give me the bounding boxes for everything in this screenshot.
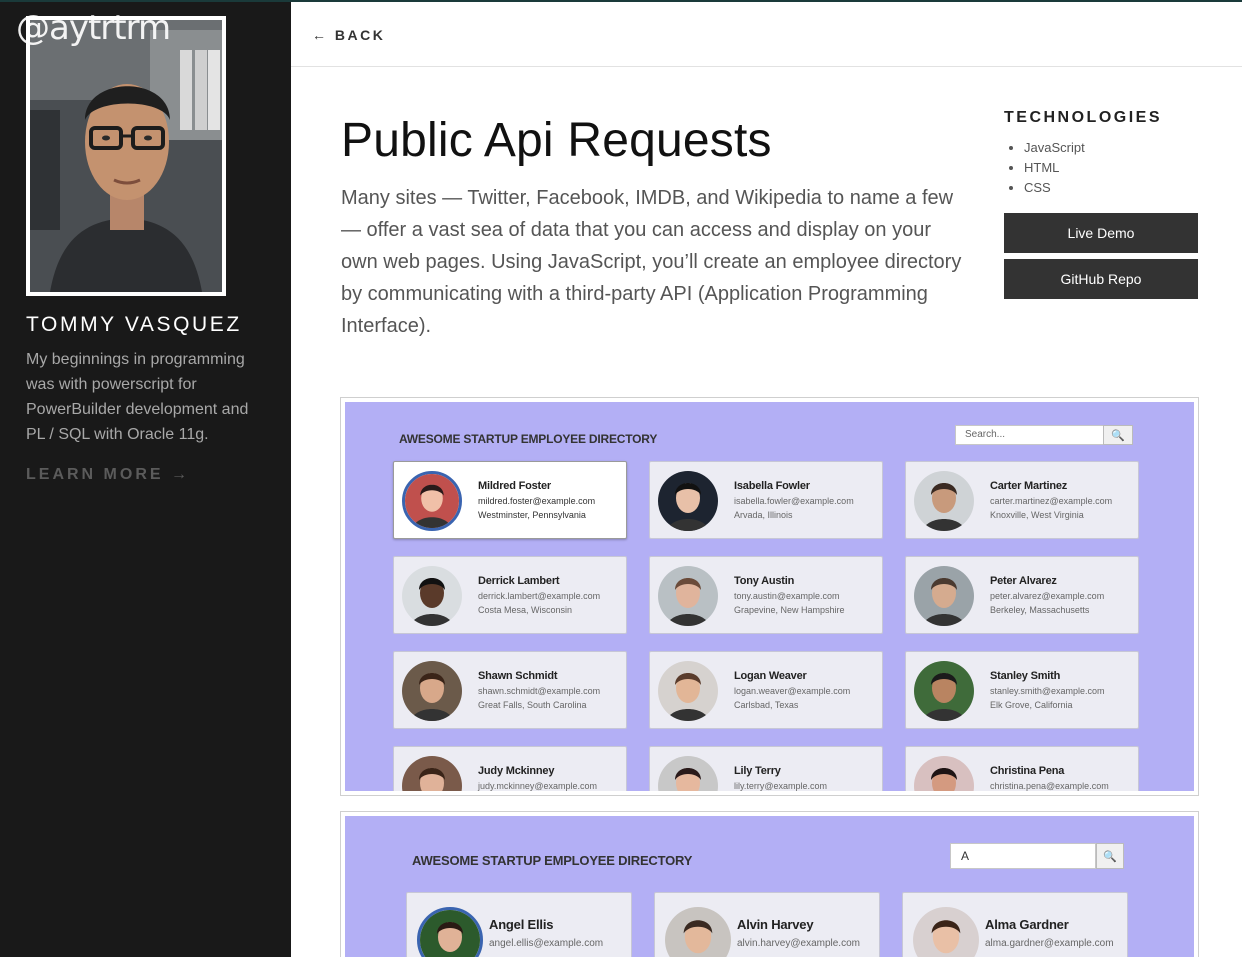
employee-name: Peter Alvarez bbox=[990, 575, 1057, 587]
employee-name: Logan Weaver bbox=[734, 670, 807, 682]
profile-bio: My beginnings in programming was with po… bbox=[26, 351, 249, 443]
employee-avatar bbox=[402, 756, 462, 791]
employee-avatar bbox=[402, 471, 462, 531]
employee-card: Stanley Smith stanley.smith@example.com El… bbox=[905, 651, 1139, 729]
github-repo-button[interactable]: GitHub Repo bbox=[1004, 259, 1198, 299]
employee-email: tony.austin@example.com bbox=[734, 591, 840, 601]
employee-card: Lily Terry lily.terry@example.com bbox=[649, 746, 883, 791]
technologies-list: JavaScript HTML CSS bbox=[1024, 138, 1085, 198]
magnifier-icon: 🔍 bbox=[1096, 843, 1124, 869]
screenshot-canvas: AWESOME STARTUP EMPLOYEE DIRECTORY Searc… bbox=[345, 402, 1194, 791]
project-screenshot-1: AWESOME STARTUP EMPLOYEE DIRECTORY Searc… bbox=[340, 397, 1199, 796]
employee-name: Tony Austin bbox=[734, 575, 795, 587]
employee-name: Mildred Foster bbox=[478, 480, 551, 492]
employee-email: logan.weaver@example.com bbox=[734, 686, 851, 696]
employee-location: Elk Grove, California bbox=[990, 700, 1073, 710]
directory-title: AWESOME STARTUP EMPLOYEE DIRECTORY bbox=[412, 853, 693, 868]
employee-name: Carter Martinez bbox=[990, 480, 1068, 492]
profile-name: TOMMY VASQUEZ bbox=[26, 313, 242, 336]
employee-name: Derrick Lambert bbox=[478, 575, 560, 587]
employee-location: Carlsbad, Texas bbox=[734, 700, 799, 710]
employee-avatar bbox=[913, 907, 979, 957]
employee-avatar bbox=[658, 756, 718, 791]
employee-avatar bbox=[914, 566, 974, 626]
technology-item: JavaScript bbox=[1024, 138, 1085, 158]
employee-name: Shawn Schmidt bbox=[478, 670, 558, 682]
employee-name: Christina Pena bbox=[990, 765, 1065, 777]
employee-avatar bbox=[658, 661, 718, 721]
employee-location: Arvada, Illinois bbox=[734, 510, 793, 520]
employee-name: Alma Gardner bbox=[985, 917, 1069, 932]
employee-card: Judy Mckinney judy.mckinney@example.com bbox=[393, 746, 627, 791]
employee-avatar bbox=[665, 907, 731, 957]
employee-location: Grapevine, New Hampshire bbox=[734, 605, 845, 615]
employee-card: Logan Weaver logan.weaver@example.com Carl… bbox=[649, 651, 883, 729]
employee-location: Great Falls, South Carolina bbox=[478, 700, 587, 710]
employee-card: Angel Ellis angel.ellis@example.com bbox=[406, 892, 632, 957]
employee-card: Derrick Lambert derrick.lambert@example.c… bbox=[393, 556, 627, 634]
employee-card: Tony Austin tony.austin@example.com Grapev… bbox=[649, 556, 883, 634]
employee-avatar bbox=[914, 471, 974, 531]
back-link[interactable]: ← BACK bbox=[312, 27, 385, 43]
page-title: Public Api Requests bbox=[341, 114, 772, 167]
search-input: A bbox=[950, 843, 1096, 869]
project-screenshot-2: AWESOME STARTUP EMPLOYEE DIRECTORY A 🔍 A… bbox=[340, 811, 1199, 957]
sidebar: @aytrtrm TOMMY VASQUEZ My beginnings in … bbox=[0, 0, 291, 957]
employee-card: Mildred Foster mildred.foster@example.com… bbox=[393, 461, 627, 539]
employee-name: Alvin Harvey bbox=[737, 917, 814, 932]
employee-name: Lily Terry bbox=[734, 765, 781, 777]
employee-email: angel.ellis@example.com bbox=[489, 938, 604, 949]
employee-email: shawn.schmidt@example.com bbox=[478, 686, 601, 696]
profile-photo-image bbox=[30, 20, 222, 292]
employee-location: Berkeley, Massachusetts bbox=[990, 605, 1090, 615]
employee-card: Carter Martinez carter.martinez@example.c… bbox=[905, 461, 1139, 539]
employee-location: Westminster, Pennsylvania bbox=[478, 510, 586, 520]
employee-avatar bbox=[417, 907, 483, 957]
employee-avatar bbox=[658, 471, 718, 531]
employee-avatar bbox=[402, 661, 462, 721]
employee-location: Costa Mesa, Wisconsin bbox=[478, 605, 573, 615]
employee-email: mildred.foster@example.com bbox=[478, 496, 596, 506]
technology-item: CSS bbox=[1024, 178, 1085, 198]
employee-email: judy.mckinney@example.com bbox=[478, 781, 598, 791]
employee-email: christina.pena@example.com bbox=[990, 781, 1109, 791]
technologies-heading: TECHNOLOGIES bbox=[1004, 109, 1163, 126]
project-description: Many sites — Twitter, Facebook, IMDB, an… bbox=[341, 187, 962, 337]
employee-card: Alma Gardner alma.gardner@example.com bbox=[902, 892, 1128, 957]
employee-name: Angel Ellis bbox=[489, 917, 554, 932]
employee-name: Stanley Smith bbox=[990, 670, 1061, 682]
employee-name: Isabella Fowler bbox=[734, 480, 810, 492]
top-accent-line bbox=[0, 0, 291, 2]
employee-card: Alvin Harvey alvin.harvey@example.com bbox=[654, 892, 880, 957]
directory-title: AWESOME STARTUP EMPLOYEE DIRECTORY bbox=[399, 432, 658, 446]
employee-name: Judy Mckinney bbox=[478, 765, 555, 777]
technology-item: HTML bbox=[1024, 158, 1085, 178]
employee-email: isabella.fowler@example.com bbox=[734, 496, 854, 506]
learn-more-link[interactable]: LEARN MORE → bbox=[26, 466, 190, 484]
magnifier-icon: 🔍 bbox=[1103, 425, 1133, 445]
employee-location: Knoxville, West Virginia bbox=[990, 510, 1084, 520]
search-input: Search... bbox=[955, 425, 1105, 445]
employee-email: peter.alvarez@example.com bbox=[990, 591, 1105, 601]
employee-avatar bbox=[914, 661, 974, 721]
employee-email: stanley.smith@example.com bbox=[990, 686, 1105, 696]
employee-email: lily.terry@example.com bbox=[734, 781, 827, 791]
employee-email: carter.martinez@example.com bbox=[990, 496, 1113, 506]
employee-card: Shawn Schmidt shawn.schmidt@example.com Gr… bbox=[393, 651, 627, 729]
employee-card: Isabella Fowler isabella.fowler@example.c… bbox=[649, 461, 883, 539]
site-handle-logo: @aytrtrm bbox=[16, 8, 171, 48]
employee-email: alma.gardner@example.com bbox=[985, 938, 1114, 949]
employee-card: Christina Pena christina.pena@example.com bbox=[905, 746, 1139, 791]
header-bar: ← BACK bbox=[291, 2, 1242, 67]
employee-card: Peter Alvarez peter.alvarez@example.com Be… bbox=[905, 556, 1139, 634]
employee-avatar bbox=[914, 756, 974, 791]
employee-email: alvin.harvey@example.com bbox=[737, 938, 860, 949]
employee-email: derrick.lambert@example.com bbox=[478, 591, 601, 601]
screenshot-canvas: AWESOME STARTUP EMPLOYEE DIRECTORY A 🔍 A… bbox=[345, 816, 1194, 957]
live-demo-button[interactable]: Live Demo bbox=[1004, 213, 1198, 253]
employee-avatar bbox=[402, 566, 462, 626]
employee-avatar bbox=[658, 566, 718, 626]
profile-photo bbox=[26, 16, 226, 296]
